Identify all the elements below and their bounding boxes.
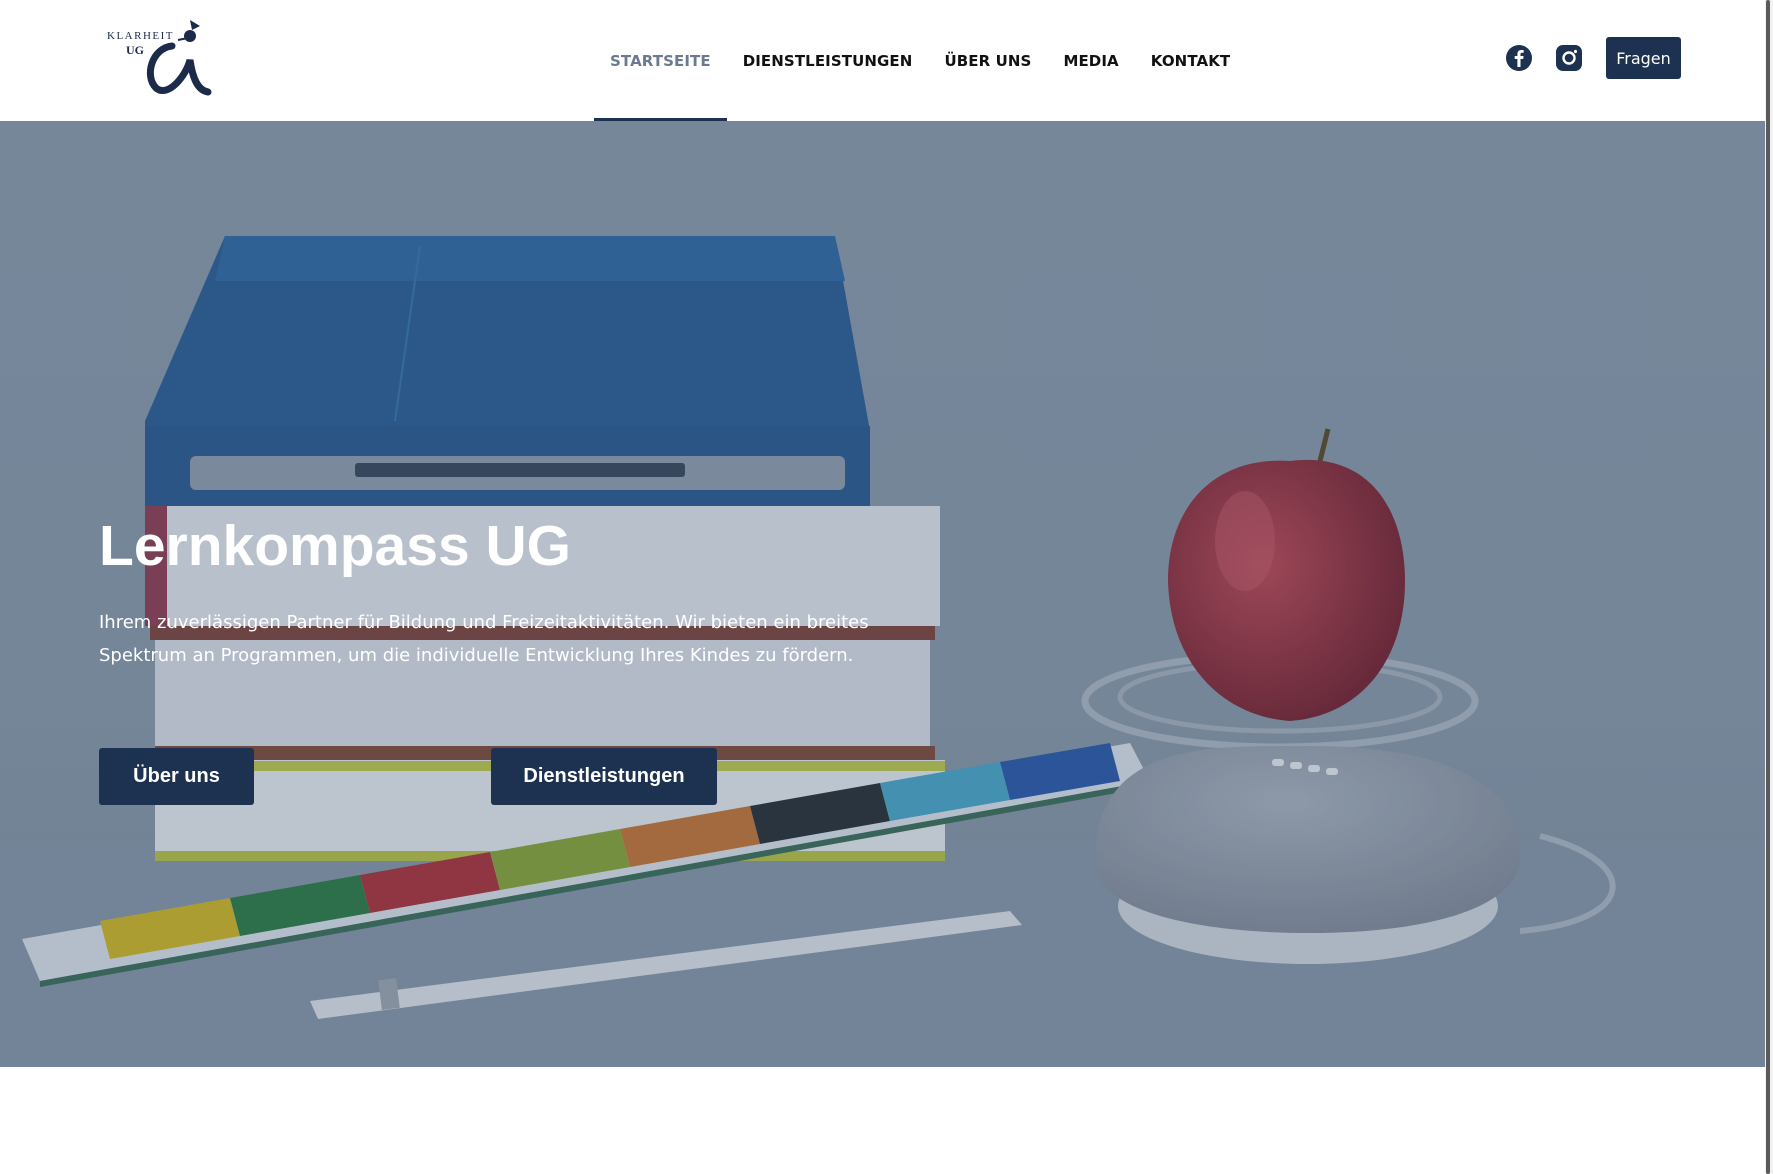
hero-section: Lernkompass UG Ihrem zuverlässigen Partn… (0, 121, 1765, 1067)
nav-item-kontakt[interactable]: KONTAKT (1135, 0, 1247, 121)
hero-description: Ihrem zuverlässigen Partner für Bildung … (99, 612, 869, 666)
instagram-icon[interactable] (1555, 44, 1583, 72)
hero-title: Lernkompass UG (99, 514, 571, 578)
site-header: KLARHEIT UG STARTSEITE DIENSTLEISTUNGEN … (0, 0, 1765, 121)
nav-item-ueber-uns[interactable]: ÜBER UNS (928, 0, 1047, 121)
ask-button[interactable]: Fragen (1606, 37, 1681, 79)
nav-item-media[interactable]: MEDIA (1047, 0, 1134, 121)
facebook-icon[interactable] (1505, 44, 1533, 72)
logo[interactable]: KLARHEIT UG (104, 16, 216, 98)
nav-item-dienstleistungen[interactable]: DIENSTLEISTUNGEN (727, 0, 929, 121)
services-button[interactable]: Dienstleistungen (491, 748, 717, 805)
hero-overlay (0, 121, 1765, 1067)
page-scrollbar[interactable] (1765, 0, 1773, 1174)
alpha-logo-icon (146, 20, 212, 96)
main-nav: STARTSEITE DIENSTLEISTUNGEN ÜBER UNS MED… (594, 0, 1246, 121)
about-us-button[interactable]: Über uns (99, 748, 254, 805)
scrollbar-thumb[interactable] (1766, 0, 1770, 1174)
nav-item-startseite[interactable]: STARTSEITE (594, 0, 727, 121)
